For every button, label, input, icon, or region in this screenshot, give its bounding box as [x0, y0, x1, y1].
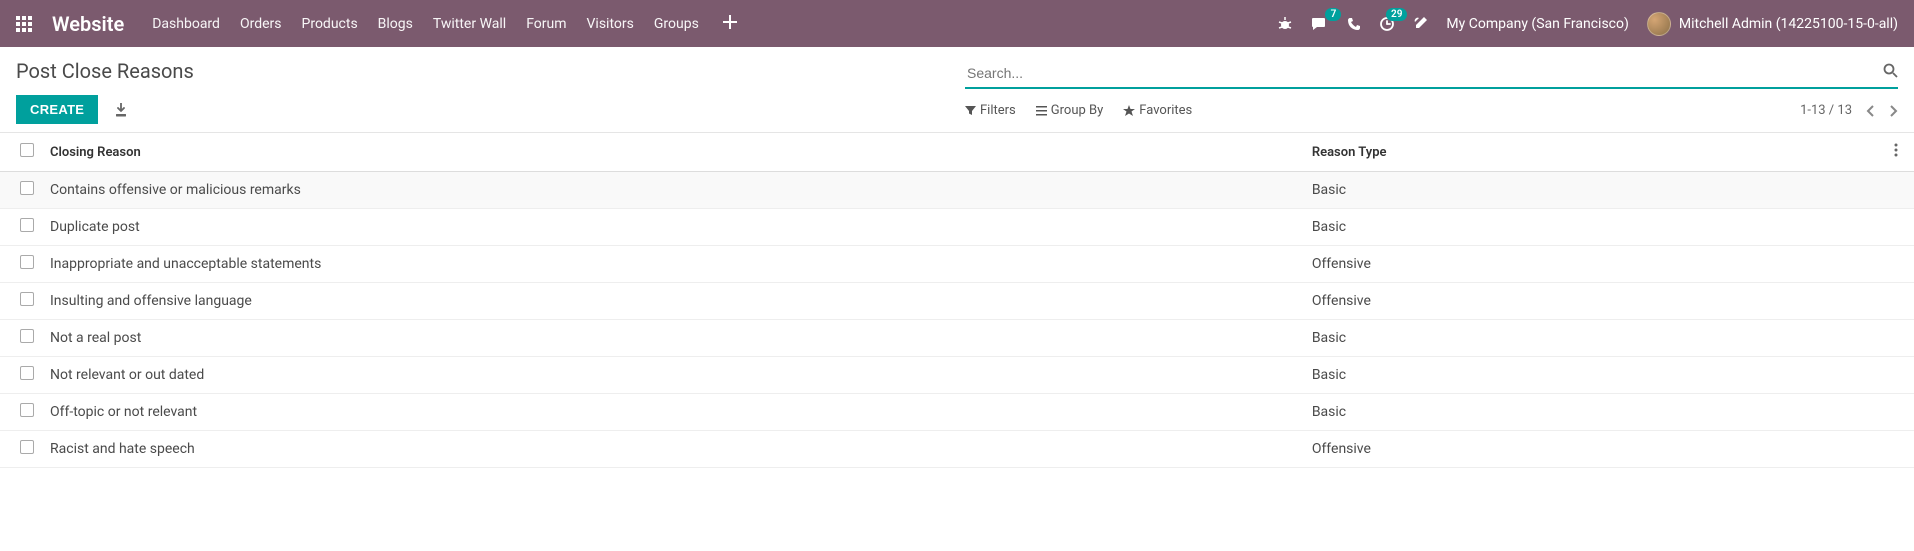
messages-icon[interactable]: 7 — [1311, 16, 1329, 32]
row-checkbox[interactable] — [20, 255, 34, 269]
search-input[interactable] — [965, 59, 1898, 87]
nav-visitors[interactable]: Visitors — [587, 16, 634, 32]
create-button[interactable]: CREATE — [16, 95, 98, 124]
user-menu[interactable]: Mitchell Admin (14225100-15-0-all) — [1647, 12, 1898, 36]
phone-icon[interactable] — [1347, 17, 1361, 31]
nav-groups[interactable]: Groups — [654, 16, 699, 32]
cell-reason: Off-topic or not relevant — [42, 394, 1304, 431]
cell-type: Basic — [1304, 320, 1878, 357]
row-checkbox[interactable] — [20, 181, 34, 195]
select-all-checkbox[interactable] — [20, 143, 34, 157]
groupby-button[interactable]: Group By — [1036, 103, 1104, 118]
row-checkbox[interactable] — [20, 403, 34, 417]
column-header-reason[interactable]: Closing Reason — [42, 133, 1304, 172]
row-checkbox[interactable] — [20, 218, 34, 232]
cell-reason: Inappropriate and unacceptable statement… — [42, 246, 1304, 283]
groupby-label: Group By — [1051, 103, 1104, 118]
table-row[interactable]: Inappropriate and unacceptable statement… — [0, 246, 1914, 283]
navbar: Website Dashboard Orders Products Blogs … — [0, 0, 1914, 47]
cell-type: Basic — [1304, 394, 1878, 431]
cell-type: Basic — [1304, 357, 1878, 394]
row-checkbox[interactable] — [20, 292, 34, 306]
pager-next-icon[interactable] — [1889, 104, 1898, 118]
nav-blogs[interactable]: Blogs — [378, 16, 413, 32]
table-row[interactable]: Contains offensive or malicious remarksB… — [0, 172, 1914, 209]
search-container — [965, 59, 1898, 89]
cell-reason: Not a real post — [42, 320, 1304, 357]
nav-dashboard[interactable]: Dashboard — [152, 16, 220, 32]
user-name: Mitchell Admin (14225100-15-0-all) — [1679, 16, 1898, 32]
row-checkbox[interactable] — [20, 440, 34, 454]
cell-type: Basic — [1304, 209, 1878, 246]
page-title: Post Close Reasons — [16, 59, 949, 83]
table-row[interactable]: Not a real postBasic — [0, 320, 1914, 357]
row-checkbox[interactable] — [20, 366, 34, 380]
apps-icon[interactable] — [16, 16, 32, 32]
pager-prev-icon[interactable] — [1866, 104, 1875, 118]
avatar — [1647, 12, 1671, 36]
activities-icon[interactable]: 29 — [1379, 16, 1395, 32]
search-icon[interactable] — [1883, 63, 1898, 82]
table-row[interactable]: Racist and hate speechOffensive — [0, 431, 1914, 468]
control-panel: Post Close Reasons CREATE Filters — [0, 47, 1914, 133]
cell-type: Offensive — [1304, 283, 1878, 320]
cell-reason: Insulting and offensive language — [42, 283, 1304, 320]
row-checkbox[interactable] — [20, 329, 34, 343]
export-icon[interactable] — [114, 103, 128, 117]
columns-options-icon[interactable] — [1894, 143, 1898, 157]
cell-reason: Racist and hate speech — [42, 431, 1304, 468]
table-row[interactable]: Not relevant or out datedBasic — [0, 357, 1914, 394]
nav-left: Website Dashboard Orders Products Blogs … — [16, 12, 1277, 36]
nav-right: 7 29 My Company (San Francisco) Mitchell… — [1277, 12, 1898, 36]
nav-twitter-wall[interactable]: Twitter Wall — [433, 16, 506, 32]
cell-type: Basic — [1304, 172, 1878, 209]
filters-label: Filters — [980, 103, 1016, 118]
brand[interactable]: Website — [52, 12, 124, 36]
cell-reason: Not relevant or out dated — [42, 357, 1304, 394]
nav-add-icon[interactable] — [719, 13, 741, 34]
favorites-button[interactable]: Favorites — [1123, 103, 1192, 118]
filters-button[interactable]: Filters — [965, 103, 1016, 118]
pager-text[interactable]: 1-13 / 13 — [1800, 103, 1852, 118]
table-row[interactable]: Off-topic or not relevantBasic — [0, 394, 1914, 431]
cell-reason: Duplicate post — [42, 209, 1304, 246]
nav-orders[interactable]: Orders — [240, 16, 282, 32]
tools-icon[interactable] — [1413, 16, 1428, 31]
cell-reason: Contains offensive or malicious remarks — [42, 172, 1304, 209]
favorites-label: Favorites — [1139, 103, 1192, 118]
messages-badge: 7 — [1325, 8, 1341, 21]
cell-type: Offensive — [1304, 246, 1878, 283]
debug-icon[interactable] — [1277, 16, 1293, 32]
list-table: Closing Reason Reason Type Contains offe… — [0, 133, 1914, 468]
column-header-type[interactable]: Reason Type — [1304, 133, 1878, 172]
table-row[interactable]: Insulting and offensive languageOffensiv… — [0, 283, 1914, 320]
nav-products[interactable]: Products — [302, 16, 358, 32]
nav-forum[interactable]: Forum — [526, 16, 566, 32]
activities-badge: 29 — [1386, 8, 1407, 21]
cell-type: Offensive — [1304, 431, 1878, 468]
table-row[interactable]: Duplicate postBasic — [0, 209, 1914, 246]
company-selector[interactable]: My Company (San Francisco) — [1446, 16, 1628, 32]
